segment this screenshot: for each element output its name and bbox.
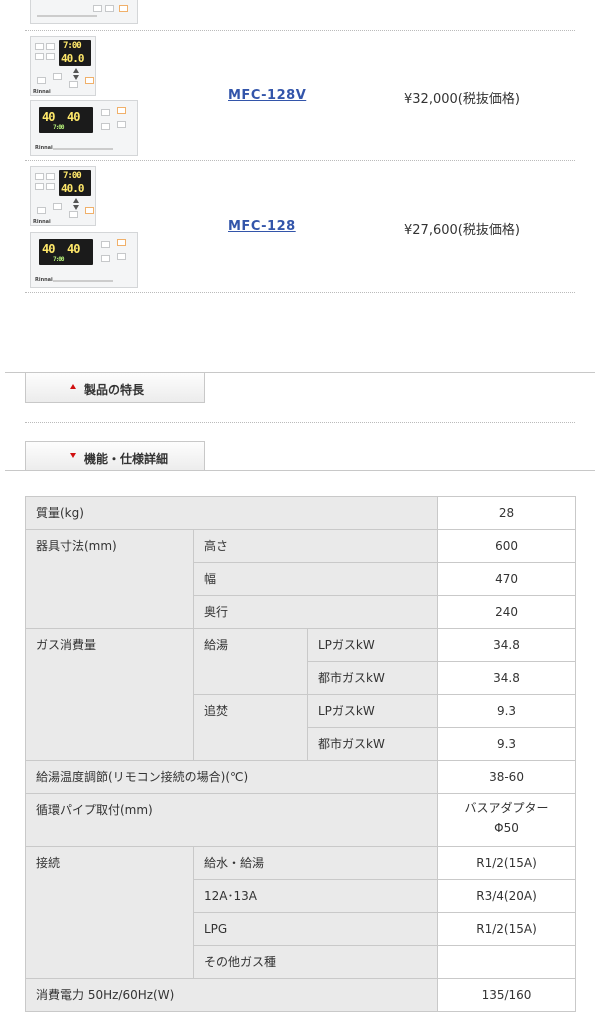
product-model-link[interactable]: MFC-128V bbox=[228, 88, 306, 103]
spec-sublabel: LPガスkW bbox=[306, 628, 439, 662]
product-price: ¥27,600(税抜価格) bbox=[404, 223, 520, 238]
row-divider bbox=[25, 160, 575, 161]
row-divider bbox=[25, 30, 575, 31]
product-image: 7:00 40.0 Rinnai 40 40 7:00 Rinnai bbox=[30, 36, 138, 156]
expand-arrow-icon bbox=[70, 453, 76, 458]
spec-value: R1/2(15A) bbox=[437, 846, 577, 880]
row-divider bbox=[25, 292, 575, 293]
spec-value: R3/4(20A) bbox=[437, 879, 577, 913]
spec-sublabel: 12A･13A bbox=[192, 879, 439, 913]
spec-sublabel: LPガスkW bbox=[306, 694, 439, 728]
spec-value: 240 bbox=[437, 595, 577, 629]
spec-sublabel: 都市ガスkW bbox=[306, 727, 439, 761]
spec-value: 9.3 bbox=[437, 694, 577, 728]
specs-section-toggle[interactable]: 機能・仕様詳細 bbox=[25, 441, 205, 471]
spec-sublabel: 給湯 bbox=[193, 628, 308, 695]
spec-value: バスアダプター Φ50 bbox=[437, 793, 577, 847]
table-row: ガス消費量 給湯 LPガスkW 34.8 bbox=[25, 628, 577, 761]
spec-label: 給湯温度調節(リモコン接続の場合)(℃) bbox=[24, 760, 439, 794]
spec-value: 9.3 bbox=[437, 727, 577, 761]
kitchen-remote: 7:00 40.0 Rinnai bbox=[30, 166, 96, 226]
product-image-partial bbox=[30, 0, 138, 26]
product-model-link[interactable]: MFC-128 bbox=[228, 219, 296, 234]
spec-sublabel: 都市ガスkW bbox=[306, 661, 439, 695]
spec-sublabel: LPG bbox=[192, 912, 439, 946]
spec-label: 質量(kg) bbox=[24, 496, 439, 530]
bath-remote: 40 40 7:00 Rinnai bbox=[30, 232, 138, 288]
table-row: 給湯温度調節(リモコン接続の場合)(℃) 38-60 bbox=[24, 760, 577, 794]
spec-sublabel: 幅 bbox=[192, 562, 439, 596]
spec-value: 135/160 bbox=[437, 978, 577, 1012]
table-row: 消費電力 50Hz/60Hz(W) 135/160 bbox=[24, 978, 577, 1012]
product-image: 7:00 40.0 Rinnai 40 40 7:00 Rinnai bbox=[30, 166, 138, 290]
spec-sublabel: 給水・給湯 bbox=[192, 846, 439, 880]
spec-value: 34.8 bbox=[437, 628, 577, 662]
section-dotted-divider bbox=[25, 422, 575, 423]
spec-value: 600 bbox=[437, 529, 577, 563]
spec-table: 質量(kg) 28 器具寸法(mm) 高さ 600 幅 470 奥行 240 ガ… bbox=[24, 496, 577, 1012]
kitchen-remote: 7:00 40.0 Rinnai bbox=[30, 36, 96, 96]
bath-remote: 40 40 7:00 Rinnai bbox=[30, 100, 138, 156]
spec-label: 接続 bbox=[25, 846, 194, 979]
spec-value: 28 bbox=[437, 496, 577, 530]
table-row: 循環パイプ取付(mm) バスアダプター Φ50 bbox=[24, 793, 577, 847]
table-row: 接続 給水・給湯 R1/2(15A) bbox=[25, 846, 577, 979]
spec-sublabel: 奥行 bbox=[192, 595, 439, 629]
spec-label: ガス消費量 bbox=[25, 628, 194, 761]
spec-label: 循環パイプ取付(mm) bbox=[24, 793, 439, 847]
collapse-arrow-icon bbox=[70, 384, 76, 389]
table-row: 質量(kg) 28 bbox=[24, 496, 577, 530]
spec-sublabel: 追焚 bbox=[193, 694, 308, 761]
spec-sublabel: 高さ bbox=[192, 529, 439, 563]
spec-value: 38-60 bbox=[437, 760, 577, 794]
table-row: 器具寸法(mm) 高さ 600 bbox=[25, 529, 577, 629]
spec-value: R1/2(15A) bbox=[437, 912, 577, 946]
spec-value: 34.8 bbox=[437, 661, 577, 695]
features-section-toggle[interactable]: 製品の特長 bbox=[25, 373, 205, 403]
spec-sublabel: その他ガス種 bbox=[192, 945, 439, 979]
spec-value: 470 bbox=[437, 562, 577, 596]
section-divider bbox=[5, 470, 595, 471]
product-price: ¥32,000(税抜価格) bbox=[404, 92, 520, 107]
spec-label: 器具寸法(mm) bbox=[25, 529, 194, 629]
spec-value bbox=[437, 945, 577, 979]
spec-label: 消費電力 50Hz/60Hz(W) bbox=[24, 978, 439, 1012]
